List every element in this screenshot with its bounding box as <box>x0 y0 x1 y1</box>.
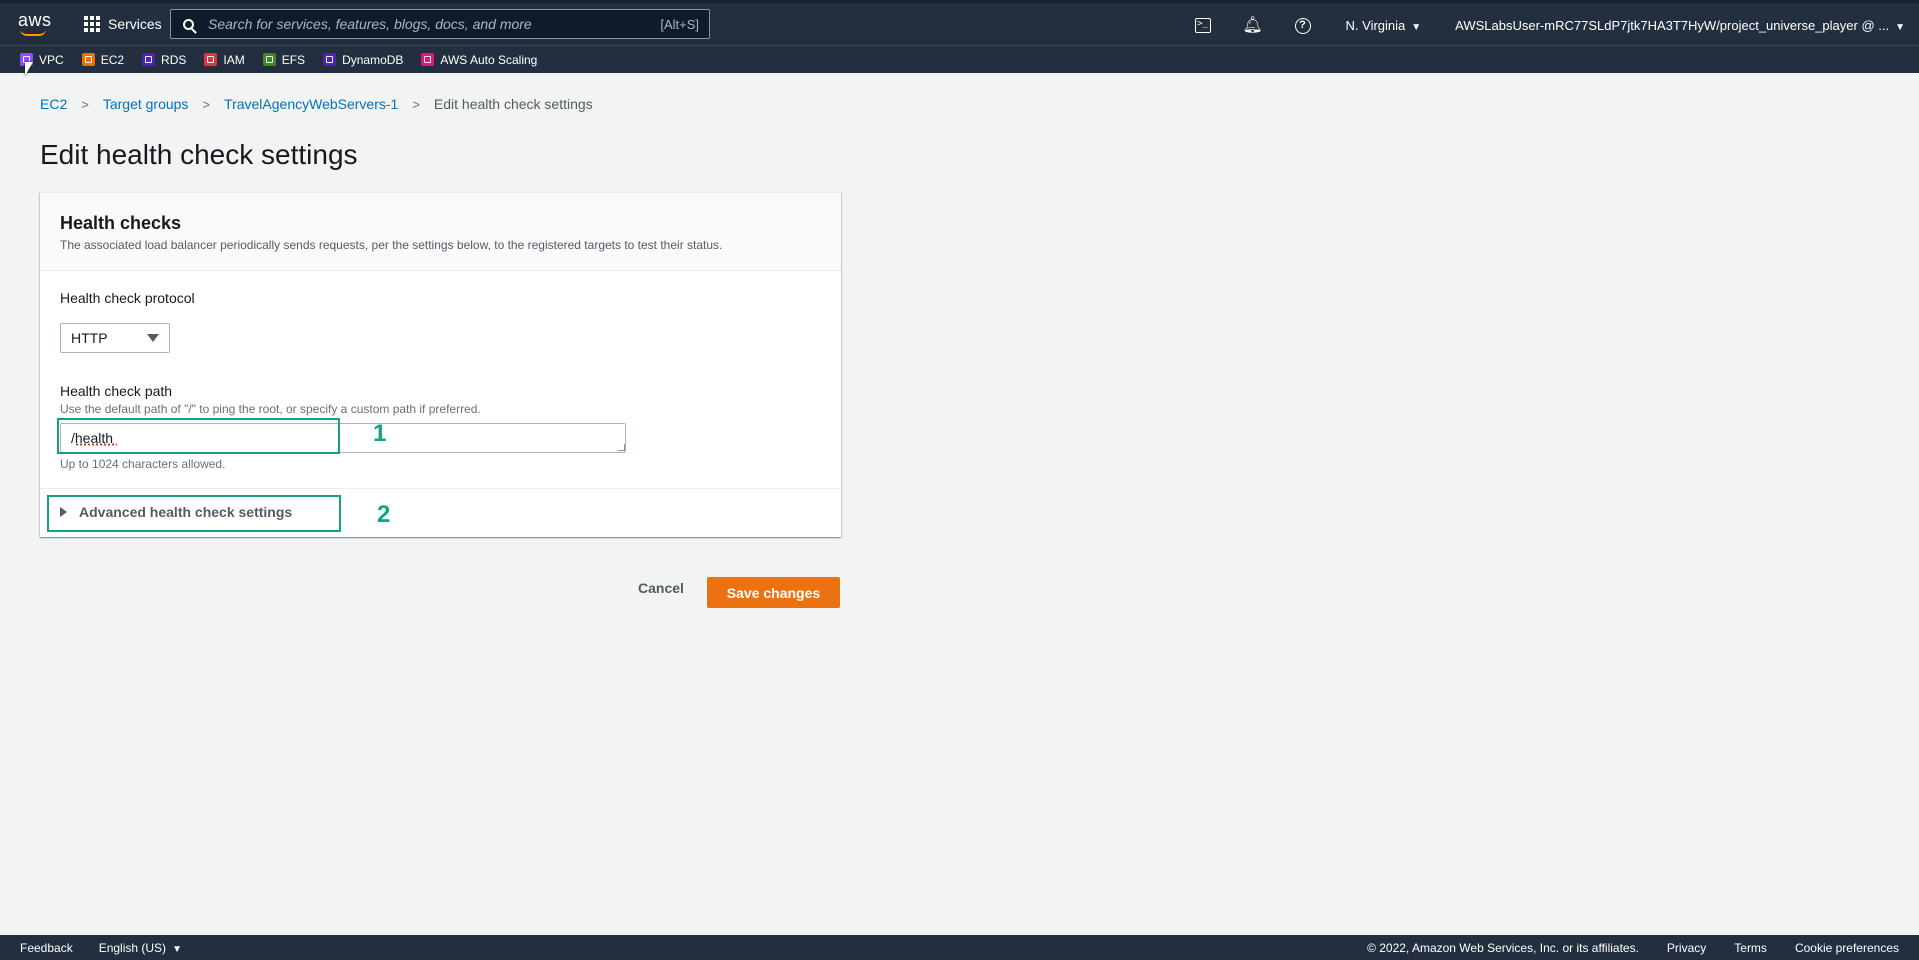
search-icon <box>183 18 194 30</box>
protocol-select[interactable]: HTTP <box>60 323 170 353</box>
breadcrumb: EC2 > Target groups > TravelAgencyWebSer… <box>40 96 593 112</box>
top-navigation: aws Services Search for services, featur… <box>0 0 1919 45</box>
notifications-button[interactable]: 🔔︎ <box>1242 16 1263 35</box>
rds-icon <box>142 53 156 66</box>
services-label: Services <box>108 16 162 32</box>
favorite-ec2[interactable]: EC2 <box>81 52 125 67</box>
aws-logo[interactable]: aws <box>18 9 52 39</box>
efs-icon <box>262 53 276 66</box>
path-hint: Use the default path of "/" to ping the … <box>60 402 481 416</box>
terminal-icon: >_ <box>1194 18 1211 33</box>
resize-handle[interactable] <box>618 444 625 451</box>
annotation-number-1: 1 <box>373 420 387 447</box>
language-selector[interactable]: English (US) ▼ <box>99 941 182 955</box>
favorite-label: EC2 <box>100 52 125 67</box>
dynamodb-icon <box>323 53 337 66</box>
protocol-label: Health check protocol <box>60 290 195 306</box>
cloudshell-button[interactable]: >_ <box>1194 17 1212 35</box>
search-shortcut: [Alt+S] <box>660 16 699 32</box>
ec2-icon <box>81 53 95 66</box>
annotation-box-1 <box>57 418 340 454</box>
caret-down-icon: ▼ <box>172 943 182 955</box>
caret-down-icon: ▼ <box>1411 22 1422 33</box>
page-title: Edit health check settings <box>40 139 358 170</box>
feedback-link[interactable]: Feedback <box>20 941 73 955</box>
save-changes-button[interactable]: Save changes <box>707 577 840 608</box>
region-label: N. Virginia <box>1345 18 1406 33</box>
favorite-label: EFS <box>281 52 306 67</box>
favorite-efs[interactable]: EFS <box>262 52 306 67</box>
panel-header: Health checks The associated load balanc… <box>40 193 841 271</box>
cookie-preferences-link[interactable]: Cookie preferences <box>1795 941 1899 955</box>
privacy-link[interactable]: Privacy <box>1667 941 1706 955</box>
search-placeholder: Search for services, features, blogs, do… <box>208 16 532 32</box>
favorite-iam[interactable]: IAM <box>204 52 245 67</box>
path-label: Health check path <box>60 383 173 399</box>
favorite-label: RDS <box>161 52 187 67</box>
breadcrumb-target-group[interactable]: TravelAgencyWebServers-1 <box>224 96 398 112</box>
panel-description: The associated load balancer periodicall… <box>60 238 723 252</box>
chevron-right-icon: > <box>81 96 89 112</box>
mouse-cursor-icon <box>25 62 33 76</box>
favorite-rds[interactable]: RDS <box>142 53 186 67</box>
annotation-number-2: 2 <box>377 501 391 528</box>
account-label: AWSLabsUser-mRC77SLdP7jtk7HA3T7HyW/proje… <box>1455 18 1890 33</box>
aws-logo-text: aws <box>18 10 52 30</box>
copyright-text: © 2022, Amazon Web Services, Inc. or its… <box>1367 940 1639 955</box>
help-button[interactable]: ? <box>1294 17 1312 35</box>
nav-right: >_ 🔔︎ ? N. Virginia ▼ AWSLabsUser-mRC77SL… <box>1178 3 1905 48</box>
favorite-dynamodb[interactable]: DynamoDB <box>323 53 403 67</box>
grid-icon <box>84 16 100 32</box>
path-constraint: Up to 1024 characters allowed. <box>60 457 226 471</box>
services-menu-button[interactable]: Services <box>84 16 162 32</box>
favorite-label: IAM <box>223 52 245 67</box>
breadcrumb-current: Edit health check settings <box>433 96 593 112</box>
help-icon: ? <box>1294 17 1311 34</box>
favorite-label: VPC <box>39 52 64 67</box>
annotation-box-2 <box>47 495 341 532</box>
footer-right: © 2022, Amazon Web Services, Inc. or its… <box>1367 935 1899 960</box>
protocol-value: HTTP <box>71 330 108 346</box>
caret-down-icon <box>147 334 159 342</box>
favorite-autoscaling[interactable]: AWS Auto Scaling <box>421 53 537 67</box>
chevron-right-icon: > <box>412 96 420 112</box>
language-label: English (US) <box>98 940 167 955</box>
breadcrumb-target-groups[interactable]: Target groups <box>103 96 189 112</box>
favorites-bar: VPC EC2 RDS IAM EFS DynamoDB AWS Auto Sc… <box>0 45 1919 73</box>
chevron-right-icon: > <box>202 96 211 112</box>
favorite-label: DynamoDB <box>342 52 404 67</box>
divider <box>40 488 841 489</box>
autoscaling-icon <box>421 53 435 66</box>
aws-smile-icon <box>20 29 46 36</box>
iam-icon <box>204 53 218 66</box>
health-checks-panel: Health checks The associated load balanc… <box>40 192 841 537</box>
footer: Feedback English (US) ▼ © 2022, Amazon We… <box>0 935 1919 960</box>
caret-down-icon: ▼ <box>1895 22 1905 33</box>
region-selector[interactable]: N. Virginia ▼ <box>1346 18 1422 33</box>
account-menu[interactable]: AWSLabsUser-mRC77SLdP7jtk7HA3T7HyW/proje… <box>1455 18 1905 33</box>
terms-link[interactable]: Terms <box>1734 941 1767 955</box>
bell-icon: 🔔︎ <box>1242 16 1263 34</box>
breadcrumb-ec2[interactable]: EC2 <box>40 96 67 112</box>
cancel-button[interactable]: Cancel <box>638 580 684 596</box>
footer-left: Feedback English (US) ▼ <box>20 941 182 955</box>
panel-title: Health checks <box>60 213 182 233</box>
search-input[interactable]: Search for services, features, blogs, do… <box>170 9 710 39</box>
favorite-label: AWS Auto Scaling <box>440 52 538 67</box>
